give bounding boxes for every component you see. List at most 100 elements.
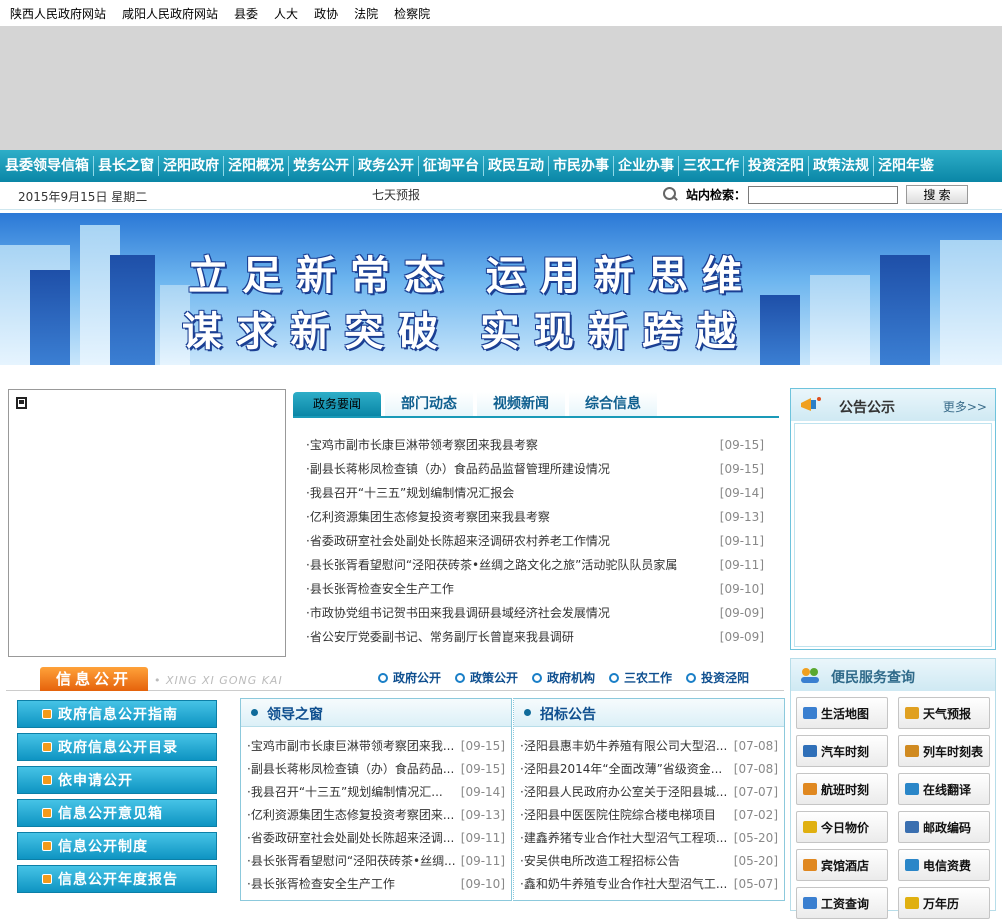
list-item[interactable]: ·安吴供电所改造工程招标公告 [05-20] bbox=[520, 850, 778, 873]
info-link-investment[interactable]: 投资泾阳 bbox=[686, 669, 749, 686]
nav-item-yearbook[interactable]: 泾阳年鉴 bbox=[875, 150, 937, 182]
nav-item-agriculture[interactable]: 三农工作 bbox=[680, 150, 742, 182]
nav-item-overview[interactable]: 泾阳概况 bbox=[225, 150, 287, 182]
list-item[interactable]: ·泾阳县2014年“全面改薄”省级资金... [07-08] bbox=[520, 758, 778, 781]
notice-more-link[interactable]: 更多>> bbox=[943, 398, 987, 415]
list-item-title[interactable]: ·副县长蒋彬凤检查镇（办）食品药品... bbox=[247, 758, 454, 781]
news-item[interactable]: ·市政协党组书记贺书田来我县调研县域经济社会发展情况 [09-09] bbox=[306, 601, 764, 625]
news-item[interactable]: ·县长张胥检查安全生产工作 [09-10] bbox=[306, 577, 764, 601]
tab-dept-news[interactable]: 部门动态 bbox=[385, 392, 473, 416]
list-item-title[interactable]: ·泾阳县2014年“全面改薄”省级资金... bbox=[520, 758, 722, 781]
list-item-title[interactable]: ·安吴供电所改造工程招标公告 bbox=[520, 850, 680, 873]
disclosure-feedback-button[interactable]: 信息公开意见箱 bbox=[17, 799, 217, 827]
tab-general-info[interactable]: 综合信息 bbox=[569, 392, 657, 416]
news-item[interactable]: ·副县长蒋彬凤检查镇（办）食品药品监督管理所建设情况 [09-15] bbox=[306, 457, 764, 481]
news-item[interactable]: ·省公安厅党委副书记、常务副厅长曾崑来我县调研 [09-09] bbox=[306, 625, 764, 649]
service-life-map[interactable]: 生活地图 bbox=[796, 697, 888, 729]
list-item[interactable]: ·泾阳县中医医院住院综合楼电梯项目 [07-02] bbox=[520, 804, 778, 827]
service-translate[interactable]: 在线翻译 bbox=[898, 773, 990, 805]
list-item[interactable]: ·建鑫养猪专业合作社大型沼气工程项... [05-20] bbox=[520, 827, 778, 850]
list-item[interactable]: ·泾阳县惠丰奶牛养殖有限公司大型沼... [07-08] bbox=[520, 735, 778, 758]
info-link-gov-agencies[interactable]: 政府机构 bbox=[532, 669, 595, 686]
nav-item-policies[interactable]: 政策法规 bbox=[810, 150, 872, 182]
nav-item-gov-affairs[interactable]: 政务公开 bbox=[355, 150, 417, 182]
list-item[interactable]: ·县长张胥看望慰问“泾阳茯砖茶•丝绸... [09-11] bbox=[247, 850, 505, 873]
top-link-cppcc[interactable]: 政协 bbox=[314, 5, 338, 22]
news-title[interactable]: ·我县召开“十三五”规划编制情况汇报会 bbox=[306, 481, 514, 505]
top-link-shaanxi[interactable]: 陕西人民政府网站 bbox=[10, 5, 106, 22]
service-prices[interactable]: 今日物价 bbox=[796, 811, 888, 843]
top-link-procuratorate[interactable]: 检察院 bbox=[394, 5, 430, 22]
list-item-title[interactable]: ·县长张胥看望慰问“泾阳茯砖茶•丝绸... bbox=[247, 850, 456, 873]
top-link-npc[interactable]: 人大 bbox=[274, 5, 298, 22]
info-link-agriculture[interactable]: 三农工作 bbox=[609, 669, 672, 686]
nav-item-citizen-services[interactable]: 市民办事 bbox=[550, 150, 612, 182]
media-player[interactable] bbox=[8, 389, 286, 657]
list-item[interactable]: ·我县召开“十三五”规划编制情况汇... [09-14] bbox=[247, 781, 505, 804]
nav-item-interaction[interactable]: 政民互动 bbox=[485, 150, 547, 182]
list-item-title[interactable]: ·县长张胥检查安全生产工作 bbox=[247, 873, 395, 896]
news-item[interactable]: ·亿利资源集团生态修复投资考察团来我县考察 [09-13] bbox=[306, 505, 764, 529]
nav-item-consultation[interactable]: 征询平台 bbox=[420, 150, 482, 182]
news-title[interactable]: ·省公安厅党委副书记、常务副厅长曾崑来我县调研 bbox=[306, 625, 574, 649]
list-item[interactable]: ·亿利资源集团生态修复投资考察团来... [09-13] bbox=[247, 804, 505, 827]
service-hotels[interactable]: 宾馆酒店 bbox=[796, 849, 888, 881]
leaders-window-title[interactable]: 领导之窗 bbox=[267, 704, 323, 724]
weather-forecast-link[interactable]: 七天预报 bbox=[372, 186, 420, 203]
nav-item-investment[interactable]: 投资泾阳 bbox=[745, 150, 807, 182]
list-item-title[interactable]: ·建鑫养猪专业合作社大型沼气工程项... bbox=[520, 827, 727, 850]
top-link-court[interactable]: 法院 bbox=[354, 5, 378, 22]
top-link-county-committee[interactable]: 县委 bbox=[234, 5, 258, 22]
news-title[interactable]: ·省委政研室社会处副处长陈超来泾调研农村养老工作情况 bbox=[306, 529, 610, 553]
info-link-policy-open[interactable]: 政策公开 bbox=[455, 669, 518, 686]
news-title[interactable]: ·亿利资源集团生态修复投资考察团来我县考察 bbox=[306, 505, 550, 529]
nav-item-enterprise-services[interactable]: 企业办事 bbox=[615, 150, 677, 182]
news-title[interactable]: ·县长张胥检查安全生产工作 bbox=[306, 577, 454, 601]
news-item[interactable]: ·宝鸡市副市长康巨淋带领考察团来我县考察 [09-15] bbox=[306, 433, 764, 457]
list-item[interactable]: ·省委政研室社会处副处长陈超来泾调... [09-11] bbox=[247, 827, 505, 850]
tender-notices-title[interactable]: 招标公告 bbox=[540, 704, 596, 724]
nav-item-leader-mailbox[interactable]: 县委领导信箱 bbox=[2, 150, 92, 182]
list-item-title[interactable]: ·泾阳县中医医院住院综合楼电梯项目 bbox=[520, 804, 716, 827]
service-salary[interactable]: 工资查询 bbox=[796, 887, 888, 919]
list-item[interactable]: ·县长张胥检查安全生产工作 [09-10] bbox=[247, 873, 505, 896]
list-item[interactable]: ·鑫和奶牛养殖专业合作社大型沼气工... [05-07] bbox=[520, 873, 778, 896]
disclosure-rules-button[interactable]: 信息公开制度 bbox=[17, 832, 217, 860]
list-item-title[interactable]: ·鑫和奶牛养殖专业合作社大型沼气工... bbox=[520, 873, 727, 896]
search-button[interactable]: 搜 索 bbox=[906, 185, 969, 204]
list-item[interactable]: ·宝鸡市副市长康巨淋带领考察团来我... [09-15] bbox=[247, 735, 505, 758]
service-postcode[interactable]: 邮政编码 bbox=[898, 811, 990, 843]
list-item-title[interactable]: ·亿利资源集团生态修复投资考察团来... bbox=[247, 804, 454, 827]
nav-item-county-head[interactable]: 县长之窗 bbox=[95, 150, 157, 182]
news-title[interactable]: ·副县长蒋彬凤检查镇（办）食品药品监督管理所建设情况 bbox=[306, 457, 610, 481]
service-calendar[interactable]: 万年历 bbox=[898, 887, 990, 919]
news-title[interactable]: ·县长张胥看望慰问“泾阳茯砖茶•丝绸之路文化之旅”活动驼队队员家属 bbox=[306, 553, 677, 577]
list-item-title[interactable]: ·我县召开“十三五”规划编制情况汇... bbox=[247, 781, 443, 804]
news-item[interactable]: ·省委政研室社会处副处长陈超来泾调研农村养老工作情况 [09-11] bbox=[306, 529, 764, 553]
tab-video-news[interactable]: 视频新闻 bbox=[477, 392, 565, 416]
list-item-title[interactable]: ·宝鸡市副市长康巨淋带领考察团来我... bbox=[247, 735, 454, 758]
list-item-title[interactable]: ·省委政研室社会处副处长陈超来泾调... bbox=[247, 827, 454, 850]
list-item-title[interactable]: ·泾阳县人民政府办公室关于泾阳县城... bbox=[520, 781, 727, 804]
service-weather[interactable]: 天气预报 bbox=[898, 697, 990, 729]
disclosure-guide-button[interactable]: 政府信息公开指南 bbox=[17, 700, 217, 728]
nav-item-government[interactable]: 泾阳政府 bbox=[160, 150, 222, 182]
info-link-gov-open[interactable]: 政府公开 bbox=[378, 669, 441, 686]
service-train-schedule[interactable]: 列车时刻表 bbox=[898, 735, 990, 767]
news-item[interactable]: ·我县召开“十三五”规划编制情况汇报会 [09-14] bbox=[306, 481, 764, 505]
list-item-title[interactable]: ·泾阳县惠丰奶牛养殖有限公司大型沼... bbox=[520, 735, 727, 758]
service-telecom[interactable]: 电信资费 bbox=[898, 849, 990, 881]
top-link-xianyang[interactable]: 咸阳人民政府网站 bbox=[122, 5, 218, 22]
list-item[interactable]: ·副县长蒋彬凤检查镇（办）食品药品... [09-15] bbox=[247, 758, 505, 781]
disclosure-annual-report-button[interactable]: 信息公开年度报告 bbox=[17, 865, 217, 893]
disclosure-request-button[interactable]: 依申请公开 bbox=[17, 766, 217, 794]
search-input[interactable] bbox=[748, 185, 899, 204]
nav-item-party-affairs[interactable]: 党务公开 bbox=[290, 150, 352, 182]
news-item[interactable]: ·县长张胥看望慰问“泾阳茯砖茶•丝绸之路文化之旅”活动驼队队员家属 [09-11] bbox=[306, 553, 764, 577]
news-title[interactable]: ·市政协党组书记贺书田来我县调研县域经济社会发展情况 bbox=[306, 601, 610, 625]
service-bus-schedule[interactable]: 汽车时刻 bbox=[796, 735, 888, 767]
tab-gov-news[interactable]: 政务要闻 bbox=[293, 392, 381, 416]
list-item[interactable]: ·泾阳县人民政府办公室关于泾阳县城... [07-07] bbox=[520, 781, 778, 804]
service-flight-schedule[interactable]: 航班时刻 bbox=[796, 773, 888, 805]
news-title[interactable]: ·宝鸡市副市长康巨淋带领考察团来我县考察 bbox=[306, 433, 538, 457]
